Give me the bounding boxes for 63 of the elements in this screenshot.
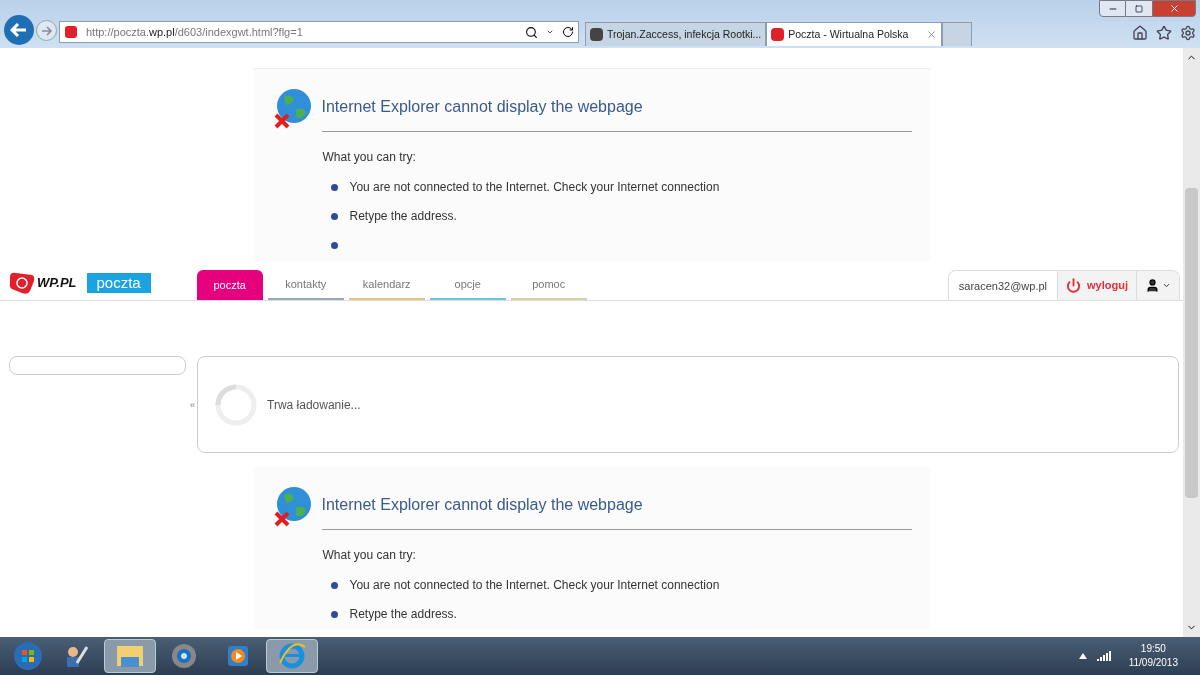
bullet-icon (330, 241, 338, 249)
person-icon (1145, 278, 1160, 293)
suggestion-text: Retype the address. (349, 208, 457, 225)
address-field[interactable]: http://poczta.wp.pl/d603/indexgwt.html?flg=1 (59, 21, 579, 43)
error-title: Internet Explorer cannot display the webpage (321, 98, 643, 115)
play-icon[interactable] (226, 644, 250, 668)
signal-bars-icon[interactable] (1096, 651, 1111, 661)
browser-tab[interactable]: Trojan.Zaccess, infekcja Rootki... (585, 22, 767, 46)
nav-tab[interactable]: poczta (196, 270, 263, 300)
browser-tab[interactable]: Poczta - Wirtualna Polska (766, 22, 943, 46)
site-favicon-icon (64, 25, 78, 39)
clock-date[interactable]: 11/09/2013 (1128, 656, 1178, 670)
clock-time[interactable]: 19:50 (1140, 642, 1166, 656)
favorites-star-icon[interactable] (1156, 25, 1172, 41)
error-subtitle: What you can try: (322, 547, 417, 564)
nav-tab[interactable]: kalendarz (348, 270, 425, 300)
nav-tab[interactable]: opcje (429, 270, 506, 300)
restore-icon (1135, 4, 1143, 13)
start-orb-icon[interactable] (13, 641, 43, 671)
tab-title: Poczta - Wirtualna Polska (788, 26, 909, 42)
search-icon[interactable] (525, 25, 538, 39)
sidebar-field[interactable] (9, 356, 186, 375)
close-icon (1168, 3, 1180, 14)
suggestion-text: You are not connected to the Internet. Check your Internet connection (349, 577, 720, 594)
logo-text: WP.PL (37, 274, 77, 293)
settings-icon[interactable] (1180, 25, 1196, 41)
nav-tab[interactable]: pomoc (510, 270, 587, 300)
scrollbar-thumb[interactable] (1185, 187, 1198, 498)
bullet-icon (330, 212, 338, 220)
scrollbar[interactable] (1183, 48, 1200, 637)
home-icon[interactable] (1132, 25, 1148, 41)
suggestion-text: You are not connected to the Internet. Check your Internet connection (349, 179, 720, 196)
bullet-icon (330, 610, 338, 618)
tab-title: Trojan.Zaccess, infekcja Rootki... (607, 26, 762, 42)
nav-tab[interactable]: kontakty (267, 270, 344, 300)
maximize-button[interactable] (1126, 0, 1152, 17)
bullet-icon (330, 183, 338, 191)
refresh-icon[interactable] (562, 26, 574, 38)
left-arrow-icon (10, 23, 28, 37)
bullet-icon (330, 581, 338, 589)
product-label: poczta (86, 273, 151, 293)
back-button[interactable] (4, 15, 34, 45)
dropdown-caret-icon[interactable] (546, 28, 554, 36)
error-title: Internet Explorer cannot display the webpage (321, 496, 643, 513)
tab-favicon-icon (590, 28, 603, 41)
media-disc-icon[interactable] (171, 643, 197, 669)
power-icon (1066, 278, 1082, 293)
caret-icon (1162, 281, 1171, 290)
tab-favicon-icon (771, 28, 785, 41)
address-text: http://poczta.wp.pl/d603/indexgwt.html?flg=1 (86, 24, 304, 40)
minimize-button[interactable] (1099, 0, 1126, 17)
close-tab-icon[interactable] (926, 29, 938, 40)
forward-button[interactable] (36, 20, 57, 41)
logo-badge-icon (8, 271, 36, 295)
loading-spinner-icon (215, 383, 257, 426)
loading-text: Trwa ładowanie... (267, 396, 361, 414)
show-hidden-icons-icon[interactable] (1078, 653, 1087, 659)
logout-button[interactable]: wyloguj (1057, 271, 1137, 300)
suggestion-text: Retype the address. (349, 606, 457, 623)
account-menu-button[interactable] (1137, 271, 1179, 300)
collapse-toggle[interactable]: « (190, 399, 195, 413)
right-arrow-icon (40, 25, 53, 36)
error-subtitle: What you can try: (322, 149, 417, 166)
